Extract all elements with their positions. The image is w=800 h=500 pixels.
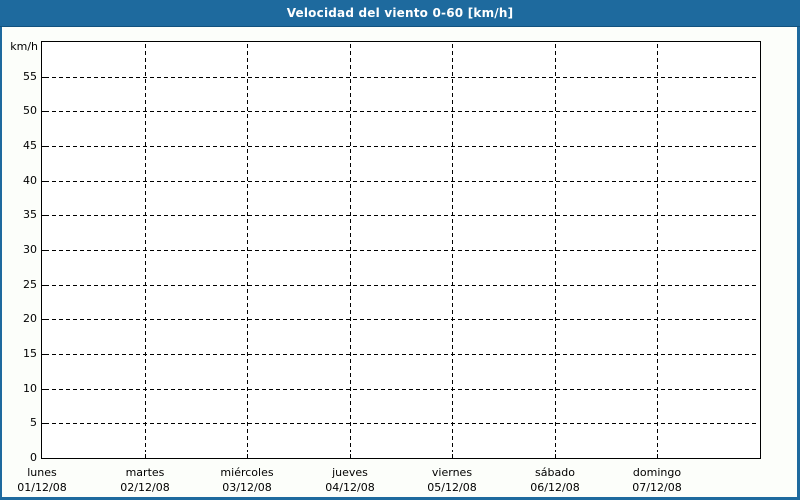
v-gridline: [145, 44, 146, 452]
x-tick-date: 05/12/08: [427, 481, 477, 494]
x-tick-label: lunes 01/12/08: [0, 465, 94, 495]
y-axis-tick: [42, 354, 46, 355]
v-gridline: [657, 44, 658, 452]
x-axis-tick: [247, 454, 248, 458]
v-gridline: [452, 44, 453, 452]
y-tick-label: 5: [30, 416, 37, 429]
y-tick-label: 40: [23, 174, 37, 187]
x-tick-date: 07/12/08: [632, 481, 682, 494]
h-gridline: [45, 389, 759, 390]
h-gridline: [45, 319, 759, 320]
x-tick-day: sábado: [535, 466, 575, 479]
y-tick-label: 55: [23, 70, 37, 83]
h-gridline: [45, 111, 759, 112]
h-gridline: [45, 285, 759, 286]
chart-title-bar: Velocidad del viento 0-60 [km/h]: [0, 0, 800, 27]
y-tick-label: 50: [23, 104, 37, 117]
x-axis-tick: [452, 454, 453, 458]
h-gridline: [45, 354, 759, 355]
chart-window: Velocidad del viento 0-60 [km/h] km/h 05…: [0, 0, 800, 500]
y-tick-label: 20: [23, 312, 37, 325]
y-axis-tick: [42, 319, 46, 320]
x-tick-label: miércoles 03/12/08: [195, 465, 299, 495]
v-gridline: [555, 44, 556, 452]
y-axis-tick: [42, 423, 46, 424]
x-tick-date: 02/12/08: [120, 481, 170, 494]
chart-title: Velocidad del viento 0-60 [km/h]: [286, 6, 514, 20]
h-gridline: [45, 250, 759, 251]
y-tick-label: 15: [23, 347, 37, 360]
y-tick-label: 10: [23, 382, 37, 395]
x-tick-date: 04/12/08: [325, 481, 375, 494]
y-tick-label: 35: [23, 208, 37, 221]
y-axis-tick: [42, 77, 46, 78]
x-tick-day: lunes: [27, 466, 57, 479]
y-tick-label: 45: [23, 139, 37, 152]
y-tick-label: 25: [23, 278, 37, 291]
y-axis-tick: [42, 215, 46, 216]
y-tick-label: 30: [23, 243, 37, 256]
x-axis-tick: [555, 454, 556, 458]
h-gridline: [45, 181, 759, 182]
x-tick-day: miércoles: [220, 466, 274, 479]
y-axis-unit-label: km/h: [10, 40, 38, 53]
y-axis-tick: [42, 250, 46, 251]
x-tick-label: domingo 07/12/08: [605, 465, 709, 495]
plot-frame: [41, 41, 761, 459]
y-tick-label: 0: [30, 451, 37, 464]
v-gridline: [350, 44, 351, 452]
x-tick-day: domingo: [632, 466, 682, 479]
x-tick-day: jueves: [332, 466, 368, 479]
y-axis-tick: [42, 146, 46, 147]
x-tick-date: 06/12/08: [530, 481, 580, 494]
x-tick-date: 03/12/08: [222, 481, 272, 494]
x-tick-day: viernes: [431, 466, 473, 479]
y-axis-tick: [42, 389, 46, 390]
x-tick-day: martes: [125, 466, 165, 479]
y-axis-tick: [42, 285, 46, 286]
h-gridline: [45, 215, 759, 216]
v-gridline: [247, 44, 248, 452]
x-axis-tick: [145, 454, 146, 458]
x-axis-tick: [657, 454, 658, 458]
x-axis-tick: [350, 454, 351, 458]
y-axis-tick: [42, 181, 46, 182]
x-tick-label: martes 02/12/08: [93, 465, 197, 495]
y-axis-tick: [42, 111, 46, 112]
x-tick-label: sábado 06/12/08: [503, 465, 607, 495]
h-gridline: [45, 77, 759, 78]
h-gridline: [45, 423, 759, 424]
x-tick-label: viernes 05/12/08: [400, 465, 504, 495]
h-gridline: [45, 146, 759, 147]
x-tick-date: 01/12/08: [17, 481, 67, 494]
x-tick-label: jueves 04/12/08: [298, 465, 402, 495]
chart-canvas: km/h 0 5 10 15 20 25 30 35 40 45 50 55 lunes 01/12/0…: [2, 26, 797, 497]
